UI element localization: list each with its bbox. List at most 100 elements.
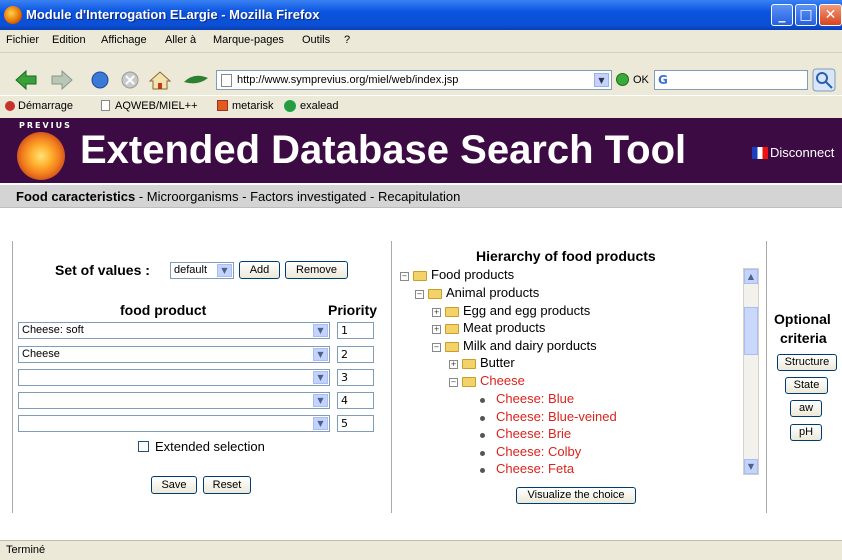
save-button[interactable]: Save <box>151 476 197 494</box>
aw-button[interactable]: aw <box>790 400 822 417</box>
bookmark-demarrage[interactable]: Démarrage <box>18 100 73 112</box>
collapse-icon[interactable]: − <box>432 343 441 352</box>
state-button[interactable]: State <box>785 377 828 394</box>
folder-icon <box>462 359 476 369</box>
priority-input-2[interactable]: 2 <box>337 346 374 363</box>
folder-open-icon <box>413 271 427 281</box>
breadcrumb: Food caracteristics - Microorganisms - F… <box>0 185 842 208</box>
go-button[interactable]: OK <box>633 74 649 86</box>
extended-selection-label: Extended selection <box>155 439 265 454</box>
extended-selection-checkbox[interactable] <box>138 441 149 452</box>
back-icon[interactable] <box>15 69 37 91</box>
left-border <box>12 241 13 513</box>
breadcrumb-rest[interactable]: - Microorganisms - Factors investigated … <box>135 189 461 204</box>
bullet-icon <box>480 398 485 403</box>
visualize-choice-button[interactable]: Visualize the choice <box>516 487 636 504</box>
page-title: Extended Database Search Tool <box>80 128 687 172</box>
priority-input-5[interactable]: 5 <box>337 415 374 432</box>
minimize-button[interactable]: _ <box>771 4 793 26</box>
collapse-icon[interactable]: − <box>415 290 424 299</box>
menu-fichier[interactable]: Fichier <box>6 34 39 46</box>
reload-icon[interactable] <box>91 71 109 89</box>
bookmark-aqweb[interactable]: AQWEB/MIEL++ <box>115 100 198 112</box>
menu-edition[interactable]: Edition <box>52 34 86 46</box>
priority-input-3[interactable]: 3 <box>337 369 374 386</box>
food-product-select-3[interactable]: ▼ <box>18 369 330 386</box>
food-product-header: food product <box>120 302 207 318</box>
bookmark-metarisk-icon <box>217 100 228 111</box>
scroll-thumb[interactable] <box>744 307 758 355</box>
menu-outils[interactable]: Outils <box>302 34 330 46</box>
scroll-down-icon[interactable]: ▼ <box>744 459 758 474</box>
food-product-select-2[interactable]: Cheese ▼ <box>18 346 330 363</box>
menu-aller[interactable]: Aller à <box>165 34 196 46</box>
chevron-down-icon: ▼ <box>313 324 328 337</box>
food-product-select-5[interactable]: ▼ <box>18 415 330 432</box>
disconnect-link[interactable]: Disconnect <box>770 145 834 160</box>
nav-icons <box>15 69 208 91</box>
priority-input-4[interactable]: 4 <box>337 392 374 409</box>
french-flag-icon[interactable] <box>752 147 768 159</box>
menu-affichage[interactable]: Affichage <box>101 34 147 46</box>
optional-criteria-title-1: Optional <box>774 311 831 327</box>
forward-icon[interactable] <box>51 69 73 91</box>
menu-bar: Fichier Edition Affichage Aller à Marque… <box>0 30 842 53</box>
menu-help[interactable]: ? <box>344 34 350 46</box>
folder-open-icon <box>462 377 476 387</box>
search-engine-icon[interactable] <box>812 68 836 92</box>
chevron-down-icon: ▼ <box>313 371 328 384</box>
structure-button[interactable]: Structure <box>777 354 837 371</box>
url-text: http://www.symprevius.org/miel/web/index… <box>237 74 459 86</box>
stop-icon[interactable] <box>121 71 139 89</box>
go-icon[interactable] <box>616 73 629 86</box>
expand-icon[interactable]: + <box>449 360 458 369</box>
maximize-button[interactable]: □ <box>795 4 817 26</box>
title-bar: Module d'Interrogation ELargie - Mozilla… <box>0 0 842 30</box>
status-bar: Terminé <box>0 540 842 560</box>
bullet-icon <box>480 416 485 421</box>
folder-icon <box>445 307 459 317</box>
folder-icon <box>445 324 459 334</box>
bookmark-exalead-icon <box>284 100 296 112</box>
folder-open-icon <box>428 289 442 299</box>
url-dropdown-icon[interactable]: ▼ <box>594 73 609 87</box>
food-product-select-1[interactable]: Cheese: soft ▼ <box>18 322 330 339</box>
collapse-icon[interactable]: − <box>449 378 458 387</box>
search-input[interactable]: G <box>654 70 808 90</box>
chevron-down-icon: ▼ <box>313 348 328 361</box>
close-button[interactable]: ✕ <box>819 4 842 26</box>
bullet-icon <box>480 433 485 438</box>
chevron-down-icon: ▼ <box>313 417 328 430</box>
logo-text: PREVIUS <box>19 121 72 130</box>
firefox-icon <box>4 6 22 24</box>
bookmark-exalead[interactable]: exalead <box>300 100 339 112</box>
leaf-icon[interactable] <box>184 75 208 84</box>
food-product-select-4[interactable]: ▼ <box>18 392 330 409</box>
bookmark-demarrage-icon <box>5 101 15 111</box>
priority-input-1[interactable]: 1 <box>337 322 374 339</box>
breadcrumb-active[interactable]: Food caracteristics <box>16 189 135 204</box>
collapse-icon[interactable]: − <box>400 272 409 281</box>
priority-header: Priority <box>328 302 378 318</box>
menu-marque-pages[interactable]: Marque-pages <box>213 34 284 46</box>
tree-scrollbar[interactable]: ▲ ▼ <box>743 268 759 475</box>
status-text: Terminé <box>6 544 46 556</box>
bullet-icon <box>480 451 485 456</box>
expand-icon[interactable]: + <box>432 308 441 317</box>
scroll-up-icon[interactable]: ▲ <box>744 269 758 284</box>
remove-button[interactable]: Remove <box>285 261 348 279</box>
address-bar[interactable]: http://www.symprevius.org/miel/web/index… <box>216 70 612 90</box>
ph-button[interactable]: pH <box>790 424 822 441</box>
chevron-down-icon: ▼ <box>217 264 232 277</box>
reset-button[interactable]: Reset <box>203 476 251 494</box>
expand-icon[interactable]: + <box>432 325 441 334</box>
home-icon[interactable] <box>148 71 172 90</box>
add-button[interactable]: Add <box>239 261 280 279</box>
set-of-values-select[interactable]: default ▼ <box>170 262 234 279</box>
bookmark-metarisk[interactable]: metarisk <box>232 100 274 112</box>
window-title: Module d'Interrogation ELargie - Mozilla… <box>26 7 320 22</box>
bullet-icon <box>480 468 485 473</box>
sun-logo-icon <box>17 132 65 180</box>
google-icon: G <box>658 73 668 87</box>
chevron-down-icon: ▼ <box>313 394 328 407</box>
